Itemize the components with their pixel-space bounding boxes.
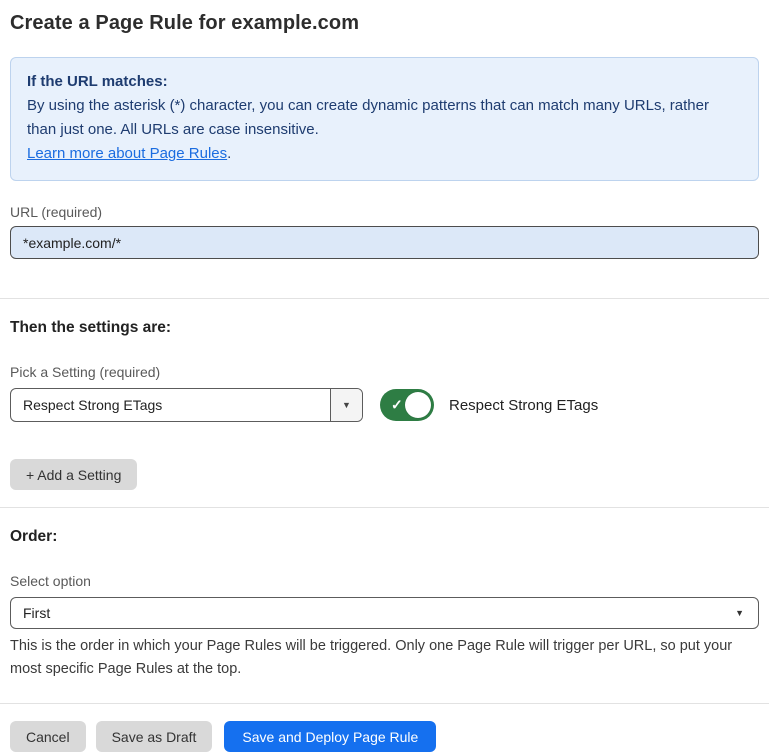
add-setting-button[interactable]: + Add a Setting (10, 459, 137, 490)
learn-more-link[interactable]: Learn more about Page Rules (27, 145, 227, 162)
link-period: . (227, 145, 231, 162)
url-match-info-box: If the URL matches: By using the asteris… (10, 57, 759, 181)
order-select-value: First (23, 605, 50, 621)
info-box-body: By using the asterisk (*) character, you… (27, 94, 742, 142)
chevron-down-icon: ▼ (735, 608, 744, 618)
save-draft-button[interactable]: Save as Draft (96, 721, 213, 752)
pick-setting-label: Pick a Setting (required) (10, 364, 759, 380)
save-deploy-button[interactable]: Save and Deploy Page Rule (224, 721, 436, 752)
settings-section-heading: Then the settings are: (10, 319, 759, 337)
setting-row: Respect Strong ETags ▼ ✓ Respect Strong … (10, 388, 759, 422)
toggle-label: Respect Strong ETags (449, 397, 598, 414)
info-box-link-line: Learn more about Page Rules. (27, 142, 742, 166)
footer-divider (0, 703, 769, 704)
dropdown-arrow-icon[interactable]: ▼ (330, 389, 362, 421)
setting-select[interactable]: Respect Strong ETags ▼ (10, 388, 363, 422)
page-title: Create a Page Rule for example.com (10, 12, 759, 35)
setting-select-value: Respect Strong ETags (11, 389, 330, 421)
footer-actions: Cancel Save as Draft Save and Deploy Pag… (10, 721, 759, 752)
section-divider (0, 298, 769, 299)
order-section-heading: Order: (10, 528, 759, 546)
cancel-button[interactable]: Cancel (10, 721, 86, 752)
order-select-label: Select option (10, 573, 759, 589)
toggle-check-icon: ✓ (391, 397, 403, 414)
order-help-text: This is the order in which your Page Rul… (10, 635, 755, 681)
url-field-label: URL (required) (10, 204, 759, 220)
info-box-heading: If the URL matches: (27, 70, 742, 94)
section-divider (0, 507, 769, 508)
setting-toggle[interactable]: ✓ (380, 389, 434, 421)
url-input[interactable] (10, 226, 759, 259)
toggle-knob (405, 392, 431, 418)
order-select[interactable]: First ▼ (10, 597, 759, 629)
